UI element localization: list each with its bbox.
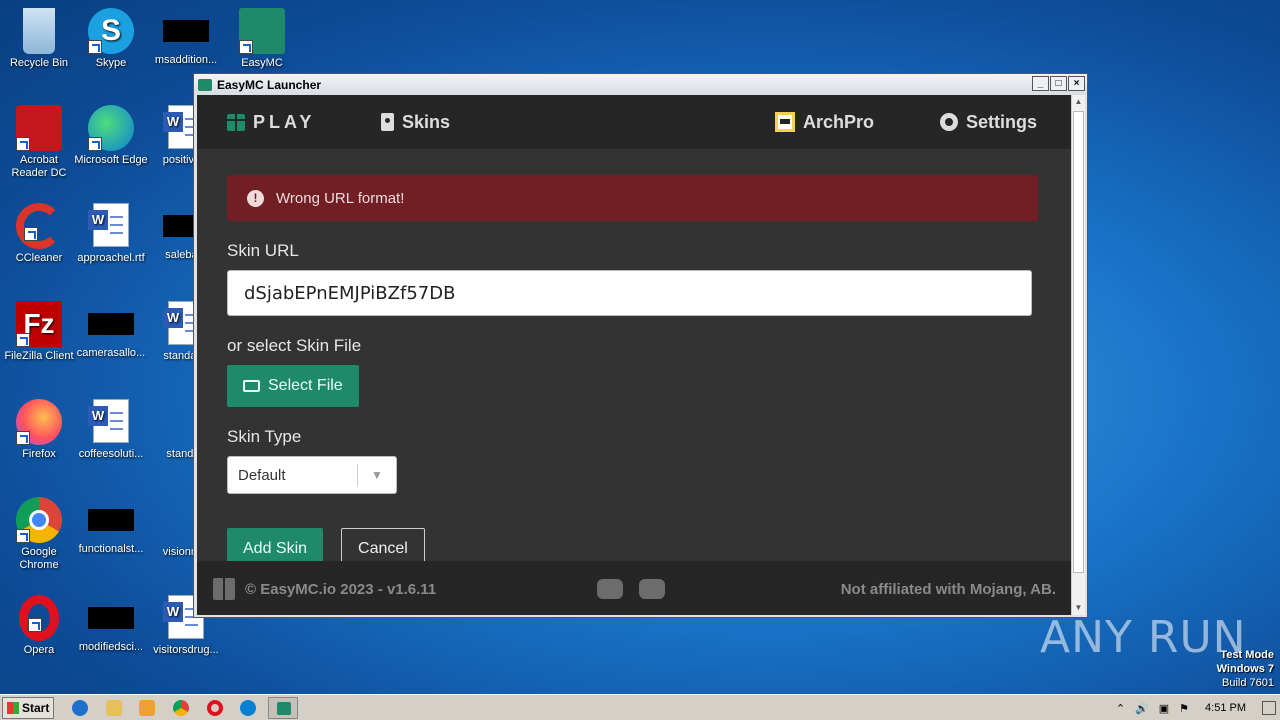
gift-icon [277,702,291,715]
skype-icon: S [88,8,134,54]
scroll-up-icon[interactable]: ▲ [1072,95,1085,109]
twitter-icon[interactable] [597,579,623,599]
opera-icon[interactable] [207,700,223,716]
desktop-icon-coffeesoluti[interactable]: coffeesoluti... [72,399,150,461]
explorer-icon[interactable] [106,700,122,716]
nav-skins[interactable]: Skins [381,95,450,149]
desktop-icon-recycle-bin[interactable]: Recycle Bin [0,8,78,70]
nav-settings[interactable]: Settings [940,95,1037,149]
firefox-icon [16,399,62,445]
desktop-icon-ccleaner[interactable]: CCleaner [0,203,78,265]
error-message: Wrong URL format! [276,189,405,207]
skin-form: ! Wrong URL format! Skin URL or select S… [227,175,1038,570]
footer-copyright: © EasyMC.io 2023 - v1.6.11 [245,580,437,598]
skin-type-select[interactable]: Default ▼ [227,456,397,494]
select-file-button[interactable]: Select File [227,365,359,407]
nav-user[interactable]: ArchPro [775,95,874,149]
app-footer: © EasyMC.io 2023 - v1.6.11 Not affiliate… [197,561,1071,615]
window-title: EasyMC Launcher [217,77,322,92]
desktop-icon-filezilla[interactable]: Fz FileZilla Client [0,301,78,363]
nav-play-label: PLAY [253,111,316,132]
desktop-icon-skype[interactable]: S Skype [72,8,150,70]
footer-disclaimer: Not affiliated with Mojang, AB. [840,580,1056,598]
system-tray: ⌃ 🔊 ▣ ⚑ 4:51 PM [1116,697,1280,719]
nav-settings-label: Settings [966,111,1038,132]
desktop-icon-camerasallo[interactable]: camerasallo... [72,301,150,360]
start-label: Start [22,700,50,715]
flag-icon[interactable]: ⚑ [1179,702,1189,715]
opera-icon [19,595,59,641]
maximize-button[interactable]: □ [1050,76,1067,91]
skin-url-input[interactable] [227,270,1032,316]
skin-type-value: Default [238,466,286,484]
gift-icon [198,78,212,91]
easymc-window: EasyMC Launcher _ □ × PLAY Skins ArchPro… [193,73,1088,618]
nav-user-label: ArchPro [803,111,875,132]
skin-type-label: Skin Type [227,427,302,446]
desktop-icon-approachel[interactable]: approachel.rtf [72,203,150,265]
desktop-icon-easymc[interactable]: EasyMC [223,8,301,70]
chrome-icon [16,497,62,543]
volume-icon[interactable]: 🔊 [1135,702,1149,715]
desktop-icon-firefox[interactable]: Firefox [0,399,78,461]
desktop-icon-modifiedsci[interactable]: modifiedsci... [72,595,150,654]
desktop-icon-edge[interactable]: Microsoft Edge [72,105,150,167]
ccleaner-icon [16,203,62,249]
gear-icon [940,113,958,131]
error-alert: ! Wrong URL format! [227,175,1038,221]
id-badge-icon [381,113,394,131]
avatar [775,112,795,132]
test-mode-watermark: Test Mode Windows 7 Build 7601 [1216,649,1274,689]
tray-expand-icon[interactable]: ⌃ [1116,702,1125,715]
anyrun-watermark: ANY RUN [1040,612,1247,663]
app-nav: PLAY Skins ArchPro Settings [197,95,1071,149]
edge-icon [88,105,134,151]
word-doc-icon [88,203,129,247]
nav-skins-label: Skins [402,111,451,132]
gift-icon [213,578,235,600]
redacted-icon [88,509,134,531]
window-scrollbar[interactable]: ▲ ▼ [1071,95,1085,615]
gift-icon [227,113,245,131]
close-button[interactable]: × [1068,76,1085,91]
skin-url-label: Skin URL [227,241,299,260]
show-desktop-icon[interactable] [1262,701,1276,715]
ie-icon[interactable] [72,700,88,716]
select-file-label-text: Select File [268,377,343,394]
edge-icon[interactable] [240,700,256,716]
desktop-icon-opera[interactable]: Opera [0,595,78,657]
scrollbar-thumb[interactable] [1073,111,1084,573]
desktop-icon-functionalst[interactable]: functionalst... [72,497,150,556]
recycle-bin-icon [23,8,55,54]
redacted-icon [88,607,134,629]
taskbar-item-easymc[interactable] [268,697,298,719]
chevron-down-icon: ▼ [371,468,383,482]
window-titlebar[interactable]: EasyMC Launcher _ □ × [194,74,1087,95]
filezilla-icon: Fz [16,301,62,347]
minimize-button[interactable]: _ [1032,76,1049,91]
app-body: PLAY Skins ArchPro Settings ! Wrong URL … [197,95,1071,615]
gift-icon [239,8,285,54]
word-doc-icon [88,399,129,443]
chrome-icon[interactable] [173,700,189,716]
start-button[interactable]: Start [2,696,54,719]
taskbar: Start ⌃ 🔊 ▣ ⚑ 4:51 PM [0,694,1280,720]
acrobat-icon [16,105,62,151]
network-icon[interactable]: ▣ [1159,702,1169,715]
desktop-icon-msaddition[interactable]: msaddition... [147,8,225,67]
desktop-icon-acrobat[interactable]: Acrobat Reader DC [0,105,78,180]
media-player-icon[interactable] [139,700,155,716]
redacted-icon [163,20,209,42]
windows-logo-icon [7,701,19,714]
redacted-icon [88,313,134,335]
folder-open-icon [243,380,260,392]
select-file-label: or select Skin File [227,336,362,355]
clock[interactable]: 4:51 PM [1205,702,1246,714]
discord-icon[interactable] [639,579,665,599]
desktop-icon-chrome[interactable]: Google Chrome [0,497,78,572]
scroll-down-icon[interactable]: ▼ [1072,601,1085,615]
nav-play[interactable]: PLAY [227,95,315,149]
exclamation-icon: ! [247,189,264,207]
